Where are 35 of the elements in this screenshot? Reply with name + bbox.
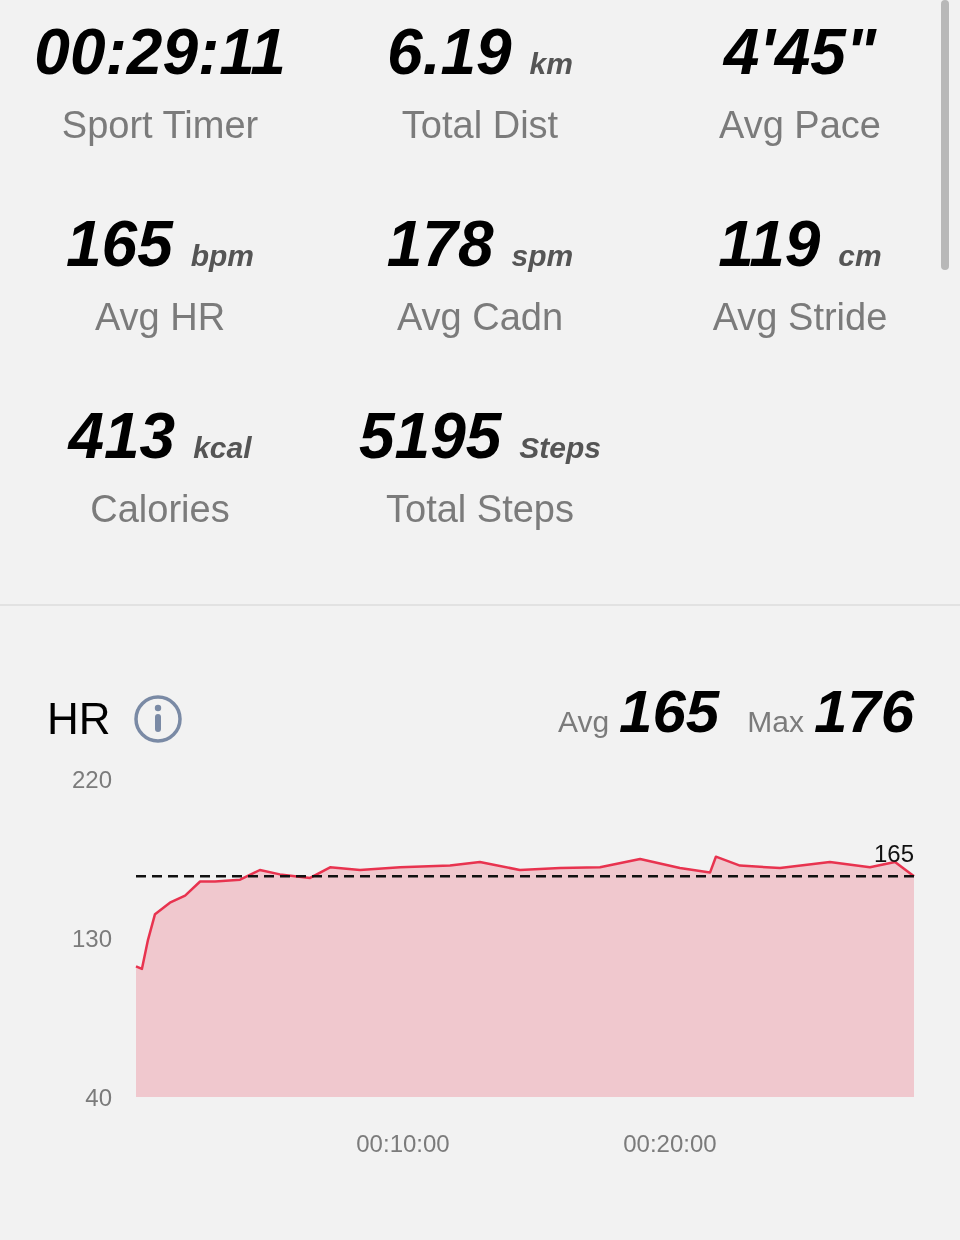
max-value: 176	[813, 682, 914, 742]
stat-unit: spm	[511, 241, 574, 271]
stat-value: 119	[718, 212, 821, 276]
avg-value: 165	[619, 682, 720, 742]
stat-label: Avg HR	[94, 298, 226, 336]
stat-value: 413	[68, 404, 176, 468]
stat-label: Avg Stride	[712, 298, 888, 336]
stat-unit: bpm	[190, 241, 255, 271]
stat-label: Avg Pace	[719, 106, 881, 144]
axis-tick-label: 40	[85, 1084, 112, 1111]
stat-label: Avg Cadn	[396, 298, 564, 336]
axis-tick-label: 220	[71, 766, 112, 793]
average-value-label: 165	[873, 840, 914, 868]
chart-title: HR	[47, 697, 111, 741]
stat-unit: km	[529, 49, 573, 79]
axis-tick-label: 00:10:00	[356, 1130, 450, 1157]
stat-label: Sport Timer	[61, 106, 259, 144]
stat-value: 178	[386, 212, 494, 276]
axis-tick-label: 00:20:00	[623, 1130, 717, 1157]
axis-tick-label: 130	[71, 925, 112, 952]
stat-unit: kcal	[193, 433, 252, 463]
stat-value: 00:29:11	[34, 20, 286, 84]
stat-label: Calories	[90, 490, 230, 528]
max-label: Max	[747, 704, 804, 740]
info-icon[interactable]	[132, 694, 183, 744]
stat-unit: cm	[838, 241, 882, 271]
stat-value: 4'45"	[723, 20, 877, 84]
stat-label: Total Steps	[386, 490, 574, 528]
avg-label: Avg	[557, 704, 610, 740]
stat-value: 5195	[358, 404, 502, 468]
stat-value: 6.19	[387, 20, 512, 84]
stat-label: Total Dist	[401, 106, 559, 144]
scrollbar[interactable]	[941, 0, 949, 270]
stat-value: 165	[65, 212, 173, 276]
stat-unit: Steps	[519, 433, 602, 463]
